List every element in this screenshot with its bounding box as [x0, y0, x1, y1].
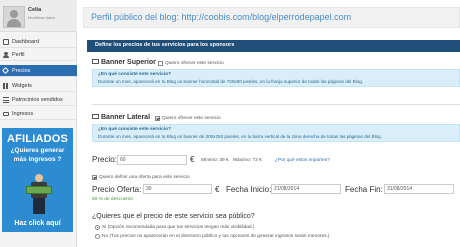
- info-answer: Durante un mes, aparecerá en tu Blog un …: [98, 79, 364, 84]
- divider: [92, 104, 460, 105]
- sidebar-item-dashboard[interactable]: Dashboard: [0, 36, 77, 48]
- info-question: ¿En qué consiste este servicio?: [98, 72, 172, 77]
- start-date-label: Fecha Inicio:: [226, 185, 272, 194]
- visibility-no-label: No (Tus precios no aparecerán en el dire…: [102, 234, 330, 239]
- sidebar-item-precios[interactable]: Precios: [0, 65, 77, 77]
- card-icon: [3, 112, 9, 116]
- dashboard-icon: [3, 39, 9, 45]
- banner-superior-checkbox[interactable]: [158, 61, 163, 66]
- visibility-yes-radio[interactable]: [95, 225, 100, 230]
- sidebar-item-label: Ingresos: [12, 111, 34, 117]
- price-label: Precio:: [92, 155, 117, 164]
- image-icon: [92, 58, 99, 64]
- sidebar-item-label: Patrocinios vendidos: [12, 97, 63, 103]
- sidebar: Celia Modificar datos Dashboard Perfil P…: [0, 0, 77, 247]
- sidebar-item-ingresos[interactable]: Ingresos: [0, 108, 77, 120]
- page-title: Perfil público del blog: http://coobis.c…: [91, 12, 352, 22]
- info-question: ¿En qué consiste este servicio?: [98, 127, 172, 132]
- why-prices-link[interactable]: ¿Por qué estos importes?: [275, 158, 330, 163]
- section-title: Define los precios de tus servicios para…: [95, 42, 235, 48]
- user-name: Celia: [28, 7, 42, 13]
- visibility-question: ¿Quieres que el precio de este servicio …: [92, 213, 255, 220]
- offer-currency-symbol: €: [215, 185, 220, 194]
- user-icon: [3, 52, 9, 58]
- sidebar-item-label: Dashboard: [12, 39, 39, 45]
- sidebar-item-patrocinios[interactable]: Patrocinios vendidos: [0, 94, 77, 106]
- ad-title: AFILIADOS: [6, 133, 69, 145]
- tag-icon: [1, 66, 10, 75]
- app-root: Celia Modificar datos Dashboard Perfil P…: [0, 0, 460, 247]
- price-input[interactable]: 60: [117, 155, 187, 165]
- sidebar-item-label: Perfil: [12, 52, 25, 58]
- page-header: Perfil público del blog: http://coobis.c…: [83, 7, 460, 28]
- sidebar-item-perfil[interactable]: Perfil: [0, 49, 77, 61]
- discount-text: 50 % de descuento: [92, 197, 134, 202]
- currency-symbol: €: [190, 155, 195, 164]
- visibility-yes-label: Si (Opción recomendada para que tus serv…: [102, 225, 255, 230]
- banner-lateral-checkbox-label: Quiero ofrecer este servicio: [162, 116, 221, 121]
- image-icon: [92, 113, 99, 119]
- offer-price-input[interactable]: 30: [143, 184, 212, 194]
- banner-superior-info: ¿En qué consiste este servicio? Durante …: [92, 69, 460, 87]
- edit-profile-link[interactable]: Modificar datos: [28, 15, 55, 20]
- banner-lateral-title: Banner Lateral: [101, 114, 151, 121]
- ad-text-line: más ingresos ?: [13, 156, 62, 163]
- banner-superior-heading: Banner Superior: [92, 58, 156, 66]
- offer-price-label: Precio Oferta:: [92, 185, 142, 194]
- money-icon: [26, 186, 52, 194]
- offer-checkbox-label: Quiero definir una oferta para este serv…: [99, 175, 190, 180]
- banner-lateral-checkbox[interactable]: [155, 116, 160, 121]
- widgets-icon: [3, 83, 9, 89]
- ad-text-line: ¿Quieres generar: [10, 147, 65, 154]
- end-date-input[interactable]: 31/08/2014: [384, 184, 454, 194]
- sidebar-item-widgets[interactable]: Widgets: [0, 80, 77, 92]
- offer-checkbox[interactable]: [92, 175, 97, 180]
- user-profile: Celia Modificar datos: [0, 0, 77, 32]
- info-answer: Durante un mes, aparecerá en tu Blog un …: [98, 134, 382, 139]
- min-price: Mínimo: 39 €: [201, 158, 229, 163]
- main-content: Perfil público del blog: http://coobis.c…: [83, 0, 460, 247]
- visibility-no-radio[interactable]: [95, 234, 100, 239]
- ad-cta[interactable]: Haz click aquí: [2, 220, 73, 227]
- affiliates-ad-banner[interactable]: AFILIADOS ¿Quieres generar más ingresos …: [2, 128, 73, 232]
- banner-superior-checkbox-label: Quiero ofrecer este servicio: [165, 61, 224, 66]
- sidebar-item-label: Widgets: [12, 83, 32, 89]
- banner-lateral-heading: Banner Lateral: [92, 113, 151, 121]
- end-date-label: Fecha Fin:: [345, 185, 383, 194]
- businessman-illustration: [24, 174, 54, 216]
- banner-lateral-info: ¿En qué consiste este servicio? Durante …: [92, 124, 460, 142]
- section-header: Define los precios de tus servicios para…: [87, 40, 460, 52]
- start-date-input[interactable]: 21/08/2014: [271, 184, 341, 194]
- list-icon: [3, 97, 9, 103]
- max-price: Máximo: 73 €: [233, 158, 262, 163]
- sidebar-item-label: Precios: [12, 68, 31, 74]
- banner-superior-title: Banner Superior: [101, 59, 156, 66]
- avatar[interactable]: [3, 6, 25, 28]
